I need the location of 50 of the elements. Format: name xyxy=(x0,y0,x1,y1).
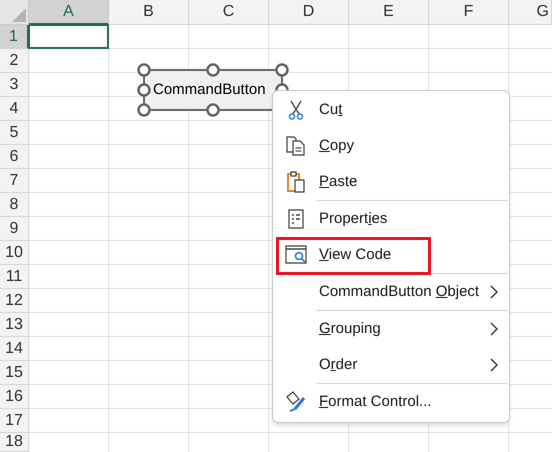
row-header[interactable]: 4 xyxy=(0,97,29,121)
column-header[interactable]: B xyxy=(109,0,189,25)
paint-brush-icon xyxy=(285,391,307,413)
row-header[interactable]: 6 xyxy=(0,145,29,169)
column-header[interactable]: A xyxy=(29,0,109,25)
menu-item[interactable]: Paste xyxy=(319,170,358,194)
row-header[interactable]: 3 xyxy=(0,73,29,97)
column-header[interactable]: G xyxy=(509,0,552,25)
row-header[interactable]: 9 xyxy=(0,217,29,241)
triangle-icon xyxy=(12,8,26,22)
row-header[interactable]: 7 xyxy=(0,169,29,193)
menu-item[interactable]: Grouping xyxy=(319,318,381,340)
menu-row[interactable]: Paste xyxy=(273,164,509,200)
properties-icon xyxy=(288,209,304,229)
row-header[interactable]: 2 xyxy=(0,49,29,73)
row-header[interactable]: 13 xyxy=(0,313,29,337)
menu-item[interactable]: Format Control... xyxy=(319,390,432,414)
menu-item[interactable]: Cut xyxy=(319,98,342,122)
row-header[interactable]: 16 xyxy=(0,385,29,409)
menu-row[interactable]: Order xyxy=(273,347,509,383)
menu-row[interactable]: View Code xyxy=(273,237,509,273)
menu-item[interactable]: CommandButton Object xyxy=(319,280,480,304)
copy-icon xyxy=(286,136,306,156)
row-header[interactable]: 10 xyxy=(0,241,29,265)
column-header[interactable]: D xyxy=(269,0,349,25)
active-cell[interactable] xyxy=(28,24,109,49)
row-header[interactable]: 18 xyxy=(0,433,29,452)
row-header[interactable]: 17 xyxy=(0,409,29,433)
row-header[interactable]: 15 xyxy=(0,361,29,385)
code-window-icon xyxy=(285,245,307,265)
column-header[interactable]: E xyxy=(349,0,429,25)
row-header[interactable]: 14 xyxy=(0,337,29,361)
menu-row[interactable]: CommandButton Object xyxy=(273,274,509,310)
column-header[interactable]: C xyxy=(189,0,269,25)
menu-row[interactable]: Properties xyxy=(273,201,509,237)
menu-item[interactable]: View Code xyxy=(319,244,392,266)
scissors-icon xyxy=(288,100,304,120)
row-header[interactable]: 5 xyxy=(0,121,29,145)
menu-row[interactable]: Copy xyxy=(273,128,509,164)
menu-item[interactable]: Copy xyxy=(319,134,354,158)
menu-row[interactable]: Grouping xyxy=(273,311,509,347)
menu-item[interactable]: Order xyxy=(319,354,358,376)
row-header[interactable]: 12 xyxy=(0,289,29,313)
menu-item[interactable]: Properties xyxy=(319,208,388,230)
column-header[interactable]: F xyxy=(429,0,509,25)
row-header[interactable]: 11 xyxy=(0,265,29,289)
clipboard-icon xyxy=(287,171,305,193)
row-header[interactable]: 8 xyxy=(0,193,29,217)
menu-row[interactable]: Format Control... xyxy=(273,384,509,420)
row-header[interactable]: 1 xyxy=(0,25,29,49)
